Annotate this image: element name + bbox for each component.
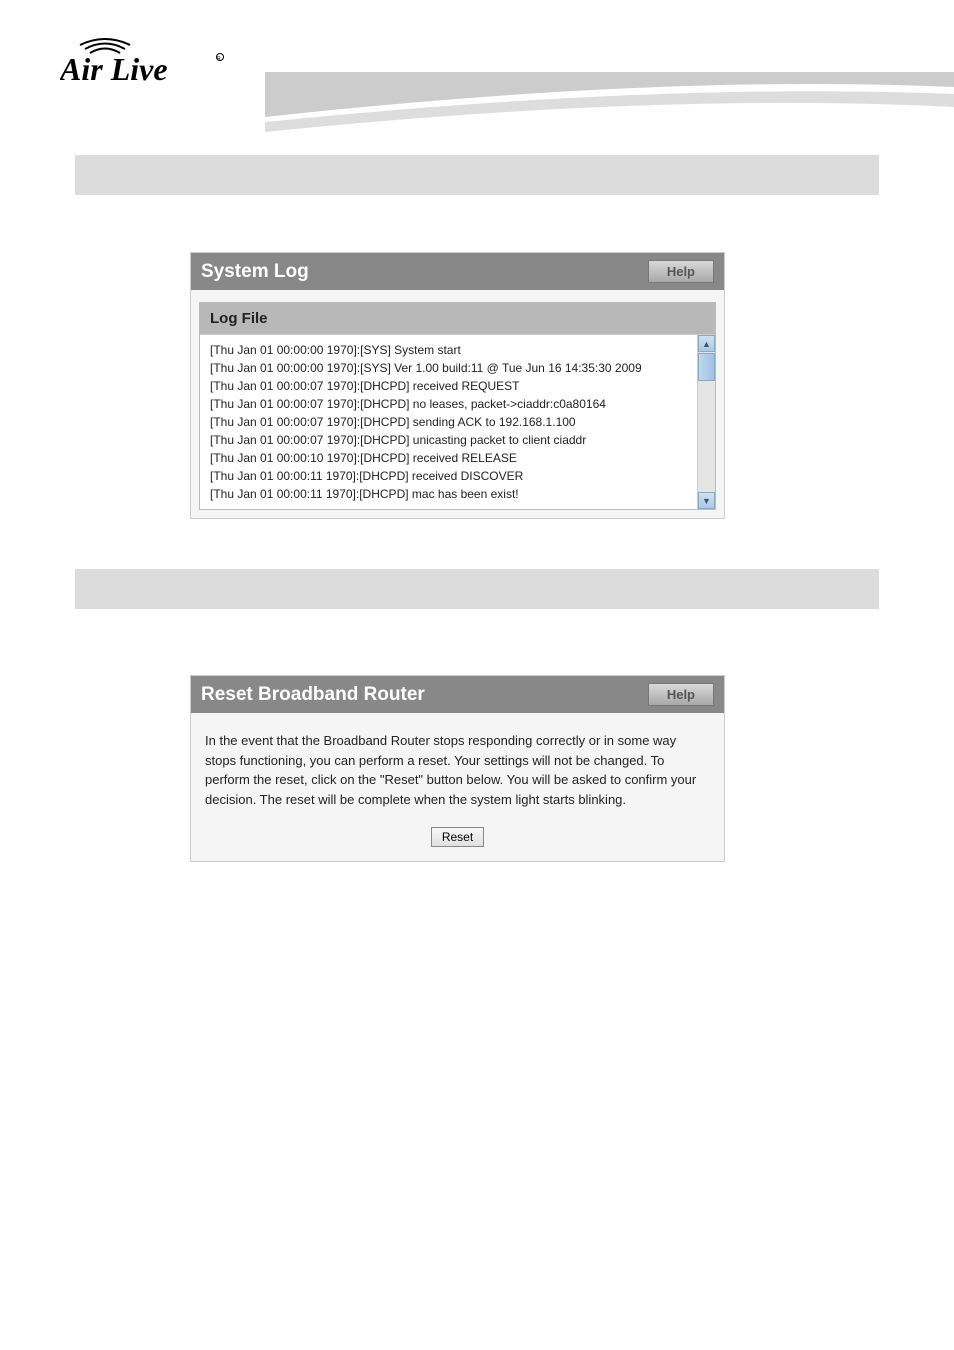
section-band-1 [75,155,879,195]
log-line: [Thu Jan 01 00:00:07 1970]:[DHCPD] sendi… [210,413,687,431]
svg-text:Air Live: Air Live [60,51,168,87]
log-content-wrapper: [Thu Jan 01 00:00:00 1970]:[SYS] System … [200,334,715,509]
log-file-section: Log File [Thu Jan 01 00:00:00 1970]:[SYS… [199,302,716,510]
airlive-logo-svg: Air Live R [60,35,260,95]
help-button[interactable]: Help [648,260,714,283]
scroll-thumb[interactable] [698,353,715,381]
log-line: [Thu Jan 01 00:00:10 1970]:[DHCPD] recei… [210,449,687,467]
brand-logo: Air Live R [60,35,260,95]
log-line: [Thu Jan 01 00:00:11 1970]:[DHCPD] recei… [210,467,687,485]
panel-header: System Log Help [191,253,724,290]
log-line: [Thu Jan 01 00:00:07 1970]:[DHCPD] recei… [210,377,687,395]
panel-title: System Log [201,261,309,283]
reset-description: In the event that the Broadband Router s… [191,713,724,821]
reset-button[interactable]: Reset [431,827,484,847]
reset-button-wrap: Reset [191,821,724,861]
log-line: [Thu Jan 01 00:00:07 1970]:[DHCPD] no le… [210,395,687,413]
system-log-panel: System Log Help Log File [Thu Jan 01 00:… [190,252,725,519]
panel-title: Reset Broadband Router [201,684,425,706]
scroll-down-icon[interactable]: ▼ [698,492,715,509]
log-line: [Thu Jan 01 00:00:00 1970]:[SYS] Ver 1.0… [210,359,687,377]
log-line: [Thu Jan 01 00:00:07 1970]:[DHCPD] unica… [210,431,687,449]
svg-text:R: R [217,56,221,62]
log-file-header: Log File [200,303,715,334]
reset-router-panel: Reset Broadband Router Help In the event… [190,675,725,862]
panel-header: Reset Broadband Router Help [191,676,724,713]
log-line: [Thu Jan 01 00:00:00 1970]:[SYS] System … [210,341,687,359]
log-line: [Thu Jan 01 00:00:11 1970]:[DHCPD] mac h… [210,485,687,503]
log-content: [Thu Jan 01 00:00:00 1970]:[SYS] System … [200,335,697,509]
header-swoosh [265,62,954,132]
help-button[interactable]: Help [648,683,714,706]
log-scrollbar[interactable]: ▲ ▼ [697,335,715,509]
section-band-2 [75,569,879,609]
scroll-up-icon[interactable]: ▲ [698,335,715,352]
